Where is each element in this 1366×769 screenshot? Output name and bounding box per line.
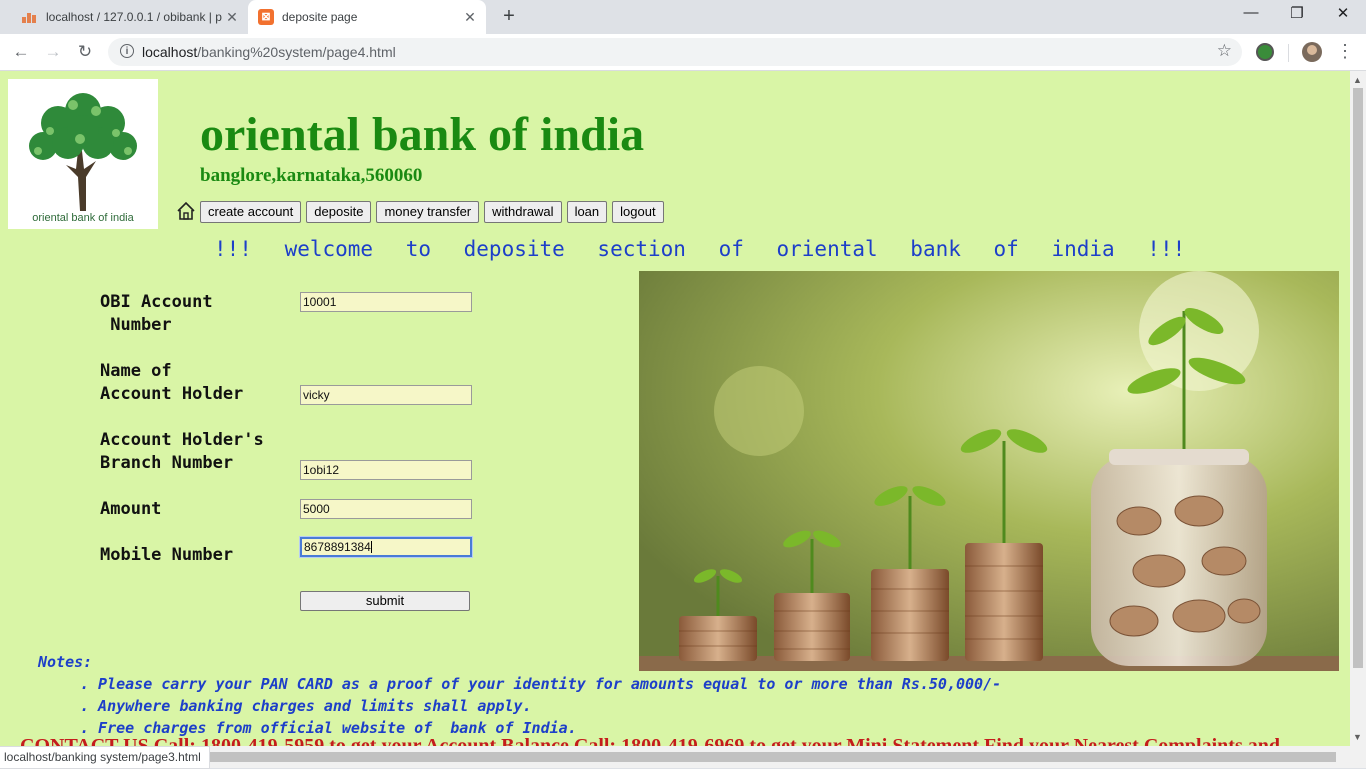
account-holder-name-label: Name of Account Holder xyxy=(100,361,244,404)
restore-button[interactable]: ❐ xyxy=(1274,4,1320,26)
forward-icon[interactable]: → xyxy=(42,41,64,63)
page-viewport: oriental bank of india oriental bank of … xyxy=(0,71,1350,746)
tab-title: deposite page xyxy=(282,10,358,24)
address-url[interactable]: localhost/banking%20system/page4.html xyxy=(142,44,396,60)
scroll-down-icon[interactable]: ▼ xyxy=(1353,732,1362,742)
account-number-input[interactable]: 10001 xyxy=(300,292,472,312)
bank-logo: oriental bank of india xyxy=(8,79,158,229)
account-holder-name-input[interactable]: vicky xyxy=(300,385,472,405)
xampp-icon: ⊠ xyxy=(258,9,274,25)
tab-strip: localhost / 127.0.0.1 / obibank | p ✕ ⊠ … xyxy=(0,0,1366,34)
extension-icon[interactable] xyxy=(1256,43,1274,61)
info-icon[interactable]: i xyxy=(120,44,134,58)
coins-plants-photo xyxy=(639,271,1339,671)
page-title: oriental bank of india xyxy=(200,108,645,161)
browser-toolbar: ← → ↻ i localhost/banking%20system/page4… xyxy=(0,34,1366,71)
minimize-button[interactable]: — xyxy=(1228,4,1274,26)
text-caret xyxy=(370,541,372,553)
deposite-button[interactable]: deposite xyxy=(306,201,372,223)
back-icon[interactable]: ← xyxy=(10,41,32,63)
scroll-up-icon[interactable]: ▲ xyxy=(1353,75,1362,85)
bank-address: banglore,karnataka,560060 xyxy=(200,165,423,186)
tab-title: localhost / 127.0.0.1 / obibank | p xyxy=(46,10,222,24)
account-number-label: OBI Account Number xyxy=(100,292,213,335)
scroll-thumb[interactable] xyxy=(1353,88,1363,668)
close-window-button[interactable]: ✕ xyxy=(1320,4,1366,26)
mobile-number-label: Mobile Number xyxy=(100,545,234,565)
tab-phpmyadmin[interactable]: localhost / 127.0.0.1 / obibank | p ✕ xyxy=(12,0,248,34)
branch-number-input[interactable]: 1obi12 xyxy=(300,460,472,480)
submit-button[interactable]: submit xyxy=(300,591,470,611)
main-nav: create account deposite money transfer w… xyxy=(200,201,664,223)
profile-avatar[interactable] xyxy=(1302,42,1322,62)
withdrawal-button[interactable]: withdrawal xyxy=(484,201,562,223)
bookmark-star-icon[interactable]: ☆ xyxy=(1217,41,1232,61)
tree-logo-icon xyxy=(29,93,137,211)
status-bar-url: localhost/banking system/page3.html xyxy=(0,746,210,769)
branch-number-label: Account Holder's Branch Number xyxy=(100,430,264,473)
logo-caption: oriental bank of india xyxy=(32,212,134,224)
notes-heading: Notes: xyxy=(38,653,93,671)
contact-marquee: CONTACT US Call: 1800-419-5959 to get yo… xyxy=(20,735,1280,746)
note-item: . Please carry your PAN CARD as a proof … xyxy=(80,675,1002,693)
new-tab-button[interactable]: + xyxy=(498,5,520,27)
amount-input[interactable]: 5000 xyxy=(300,499,472,519)
tab-deposite[interactable]: ⊠ deposite page ✕ xyxy=(248,0,486,34)
welcome-banner: !!! welcome to deposite section of orien… xyxy=(214,237,1186,261)
mobile-number-value: 8678891384 xyxy=(304,540,371,554)
toolbar-separator xyxy=(1288,44,1289,62)
create-account-button[interactable]: create account xyxy=(200,201,302,223)
hscroll-thumb[interactable] xyxy=(16,752,1336,762)
address-bar[interactable]: i localhost/banking%20system/page4.html … xyxy=(108,38,1242,66)
mobile-number-input[interactable]: 8678891384 xyxy=(299,536,473,558)
kebab-menu-icon[interactable]: ⋮ xyxy=(1336,41,1354,62)
address-host: localhost xyxy=(142,44,198,60)
reload-icon[interactable]: ↻ xyxy=(74,41,96,63)
vertical-scrollbar[interactable]: ▲ ▼ xyxy=(1350,71,1366,746)
loan-button[interactable]: loan xyxy=(566,201,608,223)
phpmyadmin-icon xyxy=(22,11,38,23)
home-icon[interactable] xyxy=(176,201,196,221)
amount-label: Amount xyxy=(100,499,162,519)
logout-button[interactable]: logout xyxy=(612,201,664,223)
address-path: /banking%20system/page4.html xyxy=(197,44,396,60)
close-icon[interactable]: ✕ xyxy=(460,9,480,26)
close-icon[interactable]: ✕ xyxy=(222,9,242,26)
money-transfer-button[interactable]: money transfer xyxy=(376,201,480,223)
note-item: . Anywhere banking charges and limits sh… xyxy=(80,697,532,715)
